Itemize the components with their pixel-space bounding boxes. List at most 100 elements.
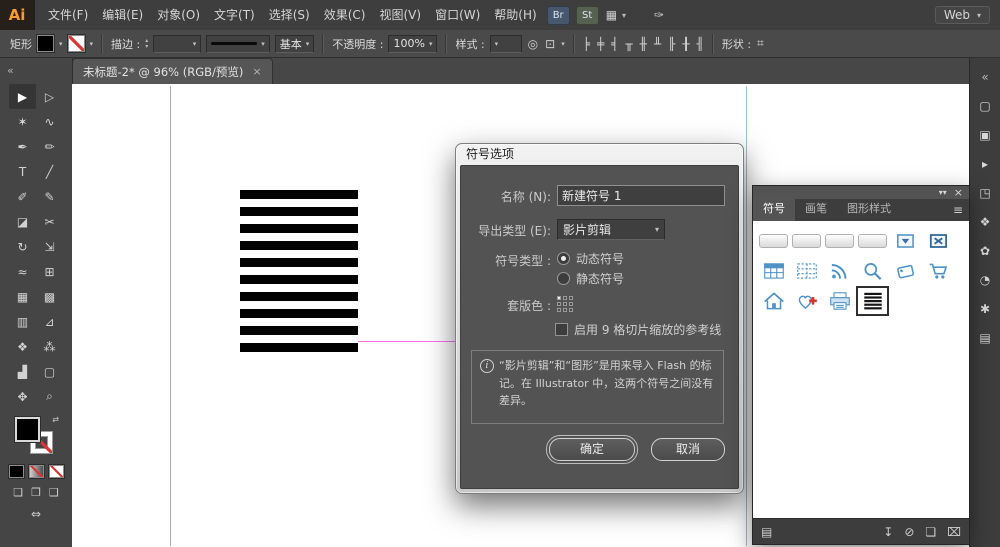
- symbol-rss[interactable]: [823, 256, 856, 286]
- align-horizontal-center-icon[interactable]: ╪: [597, 37, 604, 51]
- registration-point[interactable]: [569, 302, 573, 306]
- brush-definition-dropdown[interactable]: 基本 ▾: [274, 34, 315, 53]
- symbol-combo-box[interactable]: [889, 226, 922, 256]
- checkbox-icon[interactable]: [555, 323, 568, 336]
- style-dropdown[interactable]: ▾: [489, 34, 522, 53]
- align-horizontal-right-icon[interactable]: ╡: [611, 37, 618, 51]
- panel-icon-9[interactable]: ▤: [970, 323, 1000, 352]
- draw-normal-icon[interactable]: ❏: [13, 486, 23, 499]
- type-tool[interactable]: T: [9, 159, 36, 184]
- blob-brush-tool[interactable]: ✎: [36, 184, 63, 209]
- symbol-sprayer-tool[interactable]: ⁂: [36, 334, 63, 359]
- symbol-web-button-blank-3[interactable]: [823, 226, 856, 256]
- align-vertical-top-icon[interactable]: ╥: [625, 37, 632, 51]
- panel-icon-7[interactable]: ◔: [970, 265, 1000, 294]
- registration-point[interactable]: [557, 296, 561, 300]
- panel-icon-2[interactable]: ▣: [970, 120, 1000, 149]
- panel-icon-8[interactable]: ✱: [970, 294, 1000, 323]
- export-type-dropdown[interactable]: 影片剪辑 ▾: [557, 219, 665, 240]
- mesh-tool[interactable]: ▩: [36, 284, 63, 309]
- draw-inside-icon[interactable]: ❑: [49, 486, 59, 499]
- registration-point[interactable]: [563, 302, 567, 306]
- selection-tool[interactable]: ▶: [9, 84, 36, 109]
- stepper-down-icon[interactable]: ▾: [145, 43, 148, 50]
- static-symbol-radio[interactable]: 静态符号: [557, 270, 624, 287]
- bridge-icon[interactable]: Br: [546, 5, 570, 25]
- panel-icon-3[interactable]: ▸: [970, 149, 1000, 178]
- panel-icon-4[interactable]: ◳: [970, 178, 1000, 207]
- free-transform-tool[interactable]: ⊞: [36, 259, 63, 284]
- symbol-add-to-favorites[interactable]: [790, 286, 823, 316]
- symbol-new-symbol-1[interactable]: [856, 286, 889, 316]
- menu-item[interactable]: 文件(F): [41, 0, 95, 30]
- graph-tool[interactable]: ▟: [9, 359, 36, 384]
- distribute-center-icon[interactable]: ╂: [682, 37, 689, 51]
- menu-item[interactable]: 帮助(H): [487, 0, 543, 30]
- gradient-tool[interactable]: ▥: [9, 309, 36, 334]
- collapse-tools-icon[interactable]: «: [7, 64, 14, 77]
- panel-collapse-icon[interactable]: ▾▾: [939, 188, 947, 197]
- place-symbol-instance-icon[interactable]: ↧: [883, 525, 893, 539]
- eyedropper-tool[interactable]: ⊿: [36, 309, 63, 334]
- blend-tool[interactable]: ❖: [9, 334, 36, 359]
- eraser-tool[interactable]: ◪: [9, 209, 36, 234]
- gradient-chip[interactable]: [28, 465, 44, 478]
- nine-slice-checkbox-row[interactable]: 启用 9 格切片缩放的参考线: [555, 321, 721, 338]
- symbol-tag[interactable]: [889, 256, 922, 286]
- menu-item[interactable]: 视图(V): [372, 0, 428, 30]
- stroke-caret-icon[interactable]: ▾: [90, 40, 94, 48]
- dynamic-symbol-radio[interactable]: 动态符号: [557, 250, 624, 267]
- panel-icon-1[interactable]: ▢: [970, 91, 1000, 120]
- symbol-home[interactable]: [757, 286, 790, 316]
- artboard-tool[interactable]: ▢: [36, 359, 63, 384]
- width-tool[interactable]: ≈: [9, 259, 36, 284]
- zoom-tool[interactable]: ⌕: [36, 384, 63, 409]
- document-setup-icon[interactable]: ◎: [528, 37, 538, 51]
- expand-panels-icon[interactable]: «: [970, 62, 1000, 91]
- distribute-left-icon[interactable]: ╟: [668, 37, 675, 51]
- stroke-weight-dropdown[interactable]: ▾: [153, 34, 202, 53]
- registration-point-grid[interactable]: [557, 296, 573, 312]
- fill-color-swatch[interactable]: [37, 35, 54, 52]
- stroke-color-swatch[interactable]: [67, 35, 85, 52]
- scale-tool[interactable]: ⇲: [36, 234, 63, 259]
- align-horizontal-left-icon[interactable]: ╞: [583, 37, 590, 51]
- none-chip[interactable]: [48, 465, 64, 478]
- menu-item[interactable]: 编辑(E): [95, 0, 150, 30]
- registration-point[interactable]: [557, 308, 561, 312]
- symbol-web-button-blank-4[interactable]: [856, 226, 889, 256]
- menu-item[interactable]: 窗口(W): [428, 0, 487, 30]
- stroke-weight-stepper[interactable]: ▴ ▾: [145, 37, 148, 50]
- symbol-close-box[interactable]: [922, 226, 955, 256]
- menu-item[interactable]: 选择(S): [262, 0, 317, 30]
- menu-item[interactable]: 对象(O): [150, 0, 207, 30]
- panel-icon-5[interactable]: ❖: [970, 207, 1000, 236]
- new-symbol-icon[interactable]: ❏: [925, 525, 936, 539]
- stock-icon[interactable]: St: [575, 5, 599, 25]
- stripes-artwork[interactable]: [240, 190, 358, 352]
- panel-close-icon[interactable]: ×: [954, 187, 963, 198]
- symbol-libraries-menu-icon[interactable]: ▤: [761, 525, 772, 539]
- symbol-table[interactable]: [757, 256, 790, 286]
- name-input[interactable]: [557, 185, 725, 206]
- registration-point[interactable]: [569, 296, 573, 300]
- delete-symbol-icon[interactable]: ⌧: [947, 525, 961, 539]
- registration-point[interactable]: [557, 302, 561, 306]
- transform-caret-icon[interactable]: ▾: [561, 40, 565, 48]
- paintbrush-tool[interactable]: ✐: [9, 184, 36, 209]
- shape-builder-tool[interactable]: ▦: [9, 284, 36, 309]
- swap-fill-stroke-icon[interactable]: ⇄: [52, 415, 59, 424]
- pen-tool[interactable]: ✒: [9, 134, 36, 159]
- panel-icon-6[interactable]: ✿: [970, 236, 1000, 265]
- symbol-print[interactable]: [823, 286, 856, 316]
- symbol-web-button-blank-2[interactable]: [790, 226, 823, 256]
- feather-icon[interactable]: ✑: [654, 8, 664, 22]
- direct-selection-tool[interactable]: ▷: [36, 84, 63, 109]
- break-link-icon[interactable]: ⊘: [904, 525, 914, 539]
- symbol-web-button-blank-1[interactable]: [757, 226, 790, 256]
- panel-menu-icon[interactable]: ≡: [953, 203, 963, 217]
- transform-icon[interactable]: ⊡: [545, 37, 555, 51]
- line-segment-tool[interactable]: ╱: [36, 159, 63, 184]
- cancel-button[interactable]: 取消: [651, 438, 725, 461]
- stroke-profile-dropdown[interactable]: ▾: [206, 34, 270, 53]
